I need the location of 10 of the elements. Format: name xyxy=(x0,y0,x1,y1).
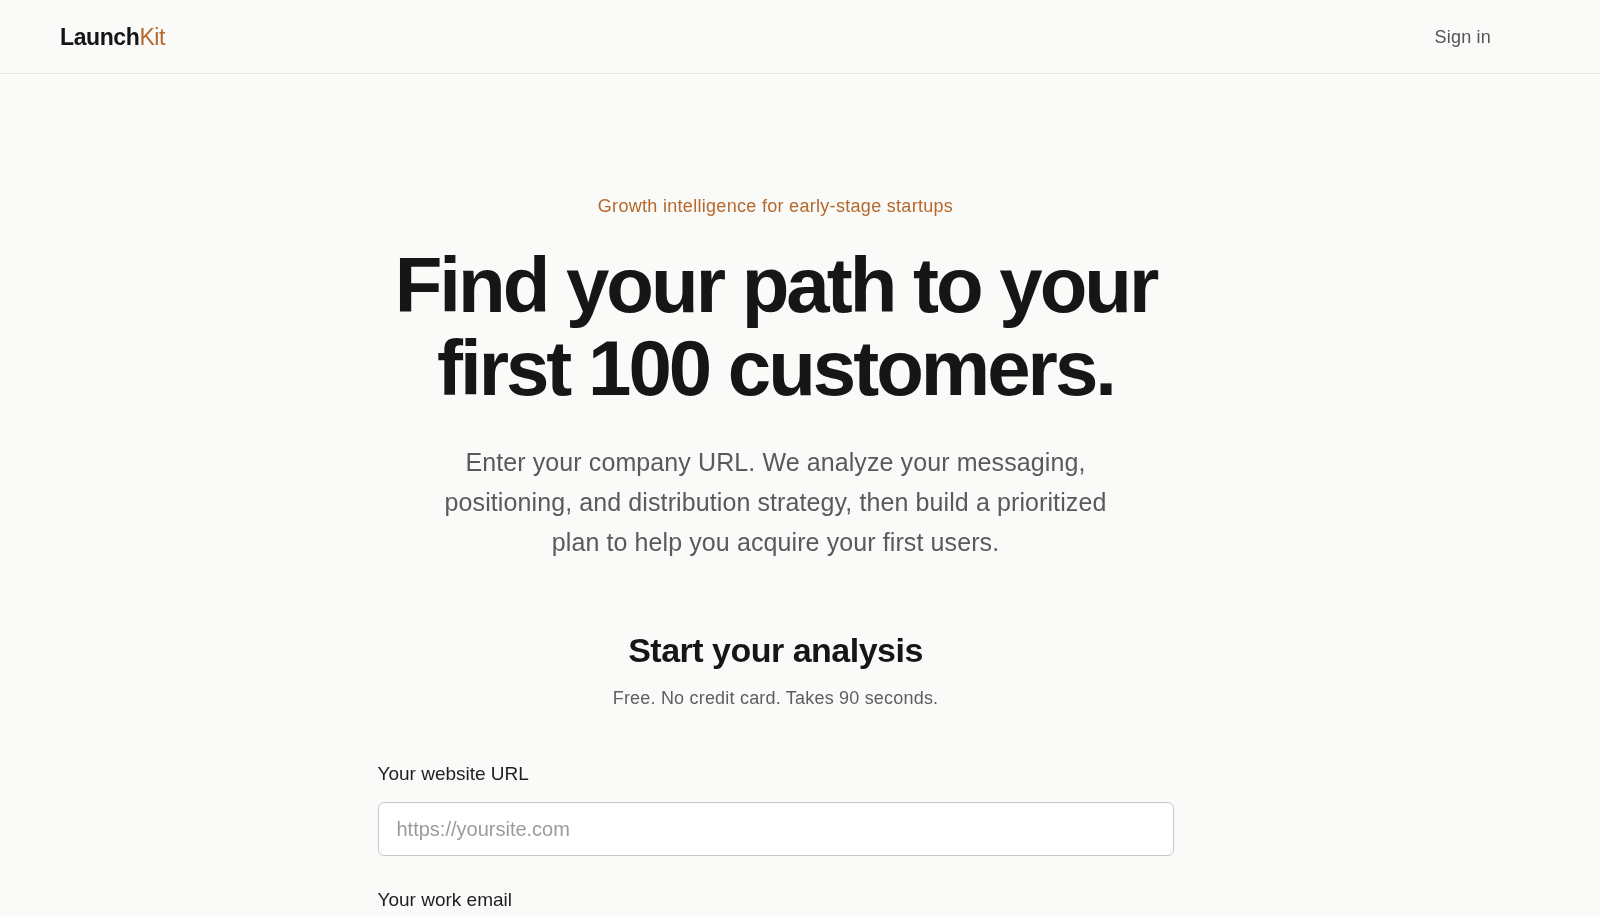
field-label: Your work email xyxy=(377,888,512,912)
form-subtitle: Free. No credit card. Takes 90 seconds. xyxy=(612,687,939,710)
field-label: Your website URL xyxy=(377,762,529,786)
description: Enter your company URL. We analyze your messaging, positioning, and distribution strategy, then build a prioritized plan to help you acquire your first users. xyxy=(443,447,1108,558)
tagline: Growth intelligence for early-stage startups xyxy=(597,195,954,218)
input-field[interactable]: https://yoursite.com xyxy=(377,802,1174,856)
sign-in-link[interactable]: Sign in xyxy=(1434,24,1491,49)
logo[interactable]: LaunchKit xyxy=(60,22,166,51)
headline: Find your path to your first 100 customers. xyxy=(394,244,1157,410)
form-title: Start your analysis xyxy=(628,630,923,671)
